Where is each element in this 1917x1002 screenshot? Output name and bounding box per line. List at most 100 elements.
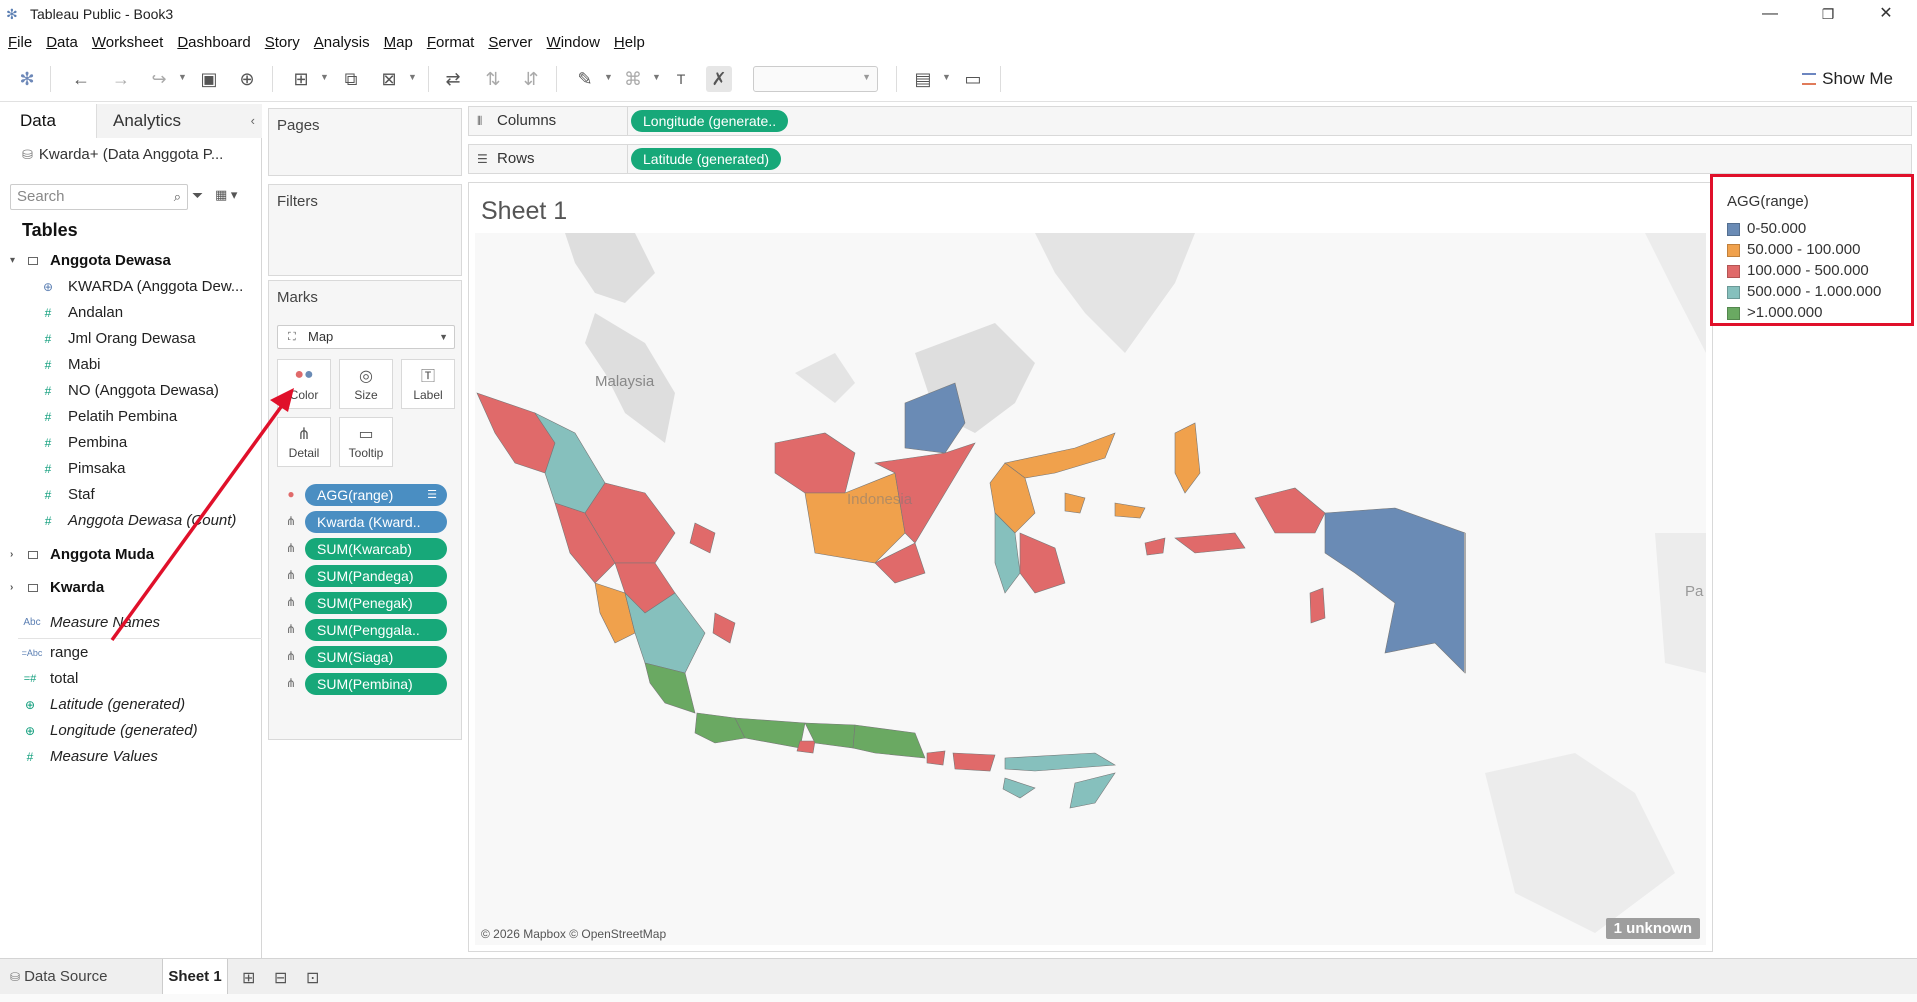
region-ntt-timor[interactable] xyxy=(1069,772,1116,809)
mark-pill-row[interactable]: ⋔ Kwarda (Kward.. xyxy=(283,511,459,533)
color-legend[interactable]: AGG(range) 0-50.000 50.000 - 100.000 100… xyxy=(1710,174,1914,326)
fix-axes-icon[interactable]: ✗ xyxy=(706,66,732,92)
field-staf[interactable]: # Staf xyxy=(0,484,260,506)
collapse-pane-icon[interactable]: ‹ xyxy=(251,104,255,138)
region-babel[interactable] xyxy=(712,612,736,644)
field-no[interactable]: # NO (Anggota Dewasa) xyxy=(0,380,260,402)
region-aceh[interactable] xyxy=(476,392,556,474)
region-kepri[interactable] xyxy=(689,522,716,554)
color-button[interactable]: ●● Color xyxy=(277,359,331,409)
region-kalbar[interactable] xyxy=(774,432,856,494)
legend-item[interactable]: 0-50.000 xyxy=(1727,219,1907,239)
sum-pandega-pill[interactable]: SUM(Pandega) xyxy=(305,565,447,587)
search-input[interactable]: Search ⌕ xyxy=(10,184,188,210)
tab-analytics[interactable]: Analytics xyxy=(96,104,262,138)
new-dashboard-icon[interactable]: ⊟ xyxy=(274,968,287,988)
sum-pembina-pill[interactable]: SUM(Pembina) xyxy=(305,673,447,695)
show-me-button[interactable]: Show Me xyxy=(1802,66,1893,92)
chevron-down-icon[interactable]: ▼ xyxy=(408,72,417,82)
mark-pill-row[interactable]: ⋔ SUM(Penggala.. xyxy=(283,619,459,641)
redo-icon[interactable]: → xyxy=(108,66,134,92)
chevron-down-icon[interactable]: ▼ xyxy=(320,72,329,82)
menu-story[interactable]: Story xyxy=(265,34,300,51)
mark-pill-row[interactable]: ⋔ SUM(Penegak) xyxy=(283,592,459,614)
menu-server[interactable]: Server xyxy=(488,34,532,51)
sum-penggalang-pill[interactable]: SUM(Penggala.. xyxy=(305,619,447,641)
region-sultra[interactable] xyxy=(1019,532,1066,594)
legend-item[interactable]: 100.000 - 500.000 xyxy=(1727,261,1907,281)
sum-siaga-pill[interactable]: SUM(Siaga) xyxy=(305,646,447,668)
map-canvas[interactable] xyxy=(475,233,1706,945)
region-banggai[interactable] xyxy=(1114,502,1146,519)
view-options-icon[interactable]: ▦ ▾ xyxy=(215,187,237,203)
field-andalan[interactable]: # Andalan xyxy=(0,302,260,324)
tab-data[interactable]: Data xyxy=(0,104,96,138)
map-view[interactable]: Malaysia Indonesia Pa © 2026 Mapbox © Op… xyxy=(475,233,1706,945)
field-mabi[interactable]: # Mabi xyxy=(0,354,260,376)
detail-button[interactable]: ⋔ Detail xyxy=(277,417,331,467)
menu-help[interactable]: Help xyxy=(614,34,645,51)
menu-map[interactable]: Map xyxy=(384,34,413,51)
region-banten[interactable] xyxy=(694,712,746,744)
replay-icon[interactable]: ↪ xyxy=(146,66,172,92)
chevron-down-icon[interactable]: ▾ xyxy=(10,250,15,272)
columns-shelf[interactable]: ⦀ Columns Longitude (generate.. xyxy=(468,106,1912,136)
menu-dashboard[interactable]: Dashboard xyxy=(177,34,250,51)
field-count[interactable]: # Anggota Dewasa (Count) xyxy=(0,510,260,532)
field-pimsaka[interactable]: # Pimsaka xyxy=(0,458,260,480)
show-cards-icon[interactable]: ▤ xyxy=(910,66,936,92)
unknown-indicator[interactable]: 1 unknown xyxy=(1605,918,1700,939)
field-pembina[interactable]: # Pembina xyxy=(0,432,260,454)
pages-card[interactable]: Pages xyxy=(268,108,462,176)
kwarda-pill[interactable]: Kwarda (Kward.. xyxy=(305,511,447,533)
chevron-right-icon[interactable]: › xyxy=(10,577,13,599)
region-papua-barat[interactable] xyxy=(1254,487,1326,534)
field-kwarda[interactable]: ⊕ KWARDA (Anggota Dew... xyxy=(0,276,260,298)
sort-descending-icon[interactable]: ⇵ xyxy=(518,66,544,92)
restore-button[interactable]: ❐ xyxy=(1800,0,1856,28)
region-ntb[interactable] xyxy=(952,752,996,772)
field-latitude[interactable]: ⊕ Latitude (generated) xyxy=(0,694,260,716)
table-kwarda[interactable]: › Kwarda xyxy=(0,577,260,599)
presentation-mode-icon[interactable]: ▭ xyxy=(960,66,986,92)
chevron-down-icon[interactable]: ▼ xyxy=(942,72,951,82)
chevron-down-icon[interactable]: ▼ xyxy=(178,72,187,82)
menu-data[interactable]: Data xyxy=(46,34,78,51)
field-longitude[interactable]: ⊕ Longitude (generated) xyxy=(0,720,260,742)
field-measure-names[interactable]: Abc Measure Names xyxy=(0,612,260,634)
new-worksheet-icon[interactable]: ⊞ xyxy=(288,66,314,92)
menu-worksheet[interactable]: Worksheet xyxy=(92,34,163,51)
field-jml-orang-dewasa[interactable]: # Jml Orang Dewasa xyxy=(0,328,260,350)
sheet-title[interactable]: Sheet 1 xyxy=(481,197,567,226)
legend-item[interactable]: 50.000 - 100.000 xyxy=(1727,240,1907,260)
legend-item[interactable]: >1.000.000 xyxy=(1727,303,1907,323)
save-icon[interactable]: ▣ xyxy=(196,66,222,92)
region-gorontalo-sulut[interactable] xyxy=(1004,432,1116,479)
size-button[interactable]: ◎ Size xyxy=(339,359,393,409)
field-measure-values[interactable]: # Measure Values xyxy=(0,746,260,768)
group-members-icon[interactable]: ⌘ xyxy=(620,66,646,92)
field-pelatih-pembina[interactable]: # Pelatih Pembina xyxy=(0,406,260,428)
show-mark-labels-icon[interactable]: T xyxy=(668,66,694,92)
label-button[interactable]: 🅃 Label xyxy=(401,359,455,409)
mark-type-dropdown[interactable]: ⛶ Map ▼ xyxy=(277,325,455,349)
region-papua-islands[interactable] xyxy=(1309,587,1326,624)
filter-icon[interactable]: ⏷ xyxy=(192,187,203,204)
region-maluku-2[interactable] xyxy=(1174,532,1246,554)
chevron-down-icon[interactable]: ▼ xyxy=(652,72,661,82)
datasource-item[interactable]: ⛁ Kwarda+ (Data Anggota P... xyxy=(22,146,223,163)
mark-pill-row[interactable]: ⋔ SUM(Pandega) xyxy=(283,565,459,587)
table-anggota-muda[interactable]: › Anggota Muda xyxy=(0,544,260,566)
swap-rows-columns-icon[interactable]: ⇄ xyxy=(440,66,466,92)
filters-card[interactable]: Filters xyxy=(268,184,462,276)
clear-sheet-icon[interactable]: ⊠ xyxy=(376,66,402,92)
agg-range-pill[interactable]: AGG(range) ☰ xyxy=(305,484,447,506)
rows-shelf[interactable]: ☰ Rows Latitude (generated) xyxy=(468,144,1912,174)
mark-pill-row[interactable]: ⋔ SUM(Pembina) xyxy=(283,673,459,695)
tab-sheet-1[interactable]: Sheet 1 xyxy=(162,959,228,995)
tooltip-button[interactable]: ▭ Tooltip xyxy=(339,417,393,467)
region-sumsel[interactable] xyxy=(624,592,706,674)
sum-kwarcab-pill[interactable]: SUM(Kwarcab) xyxy=(305,538,447,560)
sort-ascending-icon[interactable]: ⇅ xyxy=(480,66,506,92)
undo-icon[interactable]: ← xyxy=(68,66,94,92)
